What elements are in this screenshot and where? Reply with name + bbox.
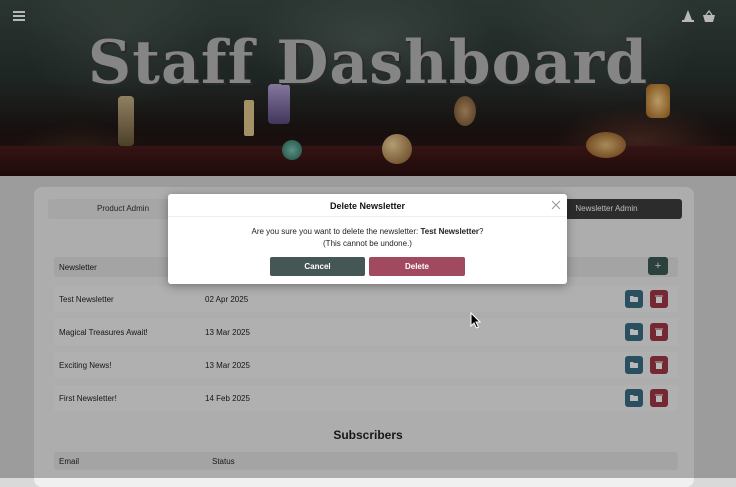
mouse-cursor-icon [470, 312, 481, 329]
dialog-note: (This cannot be undone.) [323, 239, 412, 248]
dialog-message-prefix: Are you sure you want to delete the news… [251, 227, 421, 236]
dialog-divider [168, 216, 567, 217]
close-icon[interactable] [551, 200, 561, 210]
dialog-title: Delete Newsletter [329, 201, 406, 211]
dialog-message-suffix: ? [479, 227, 484, 236]
confirm-delete-button[interactable]: Delete [369, 257, 465, 276]
cancel-button[interactable]: Cancel [270, 257, 365, 276]
delete-newsletter-dialog: Delete Newsletter Are you sure you want … [168, 194, 567, 284]
dialog-message: Are you sure you want to delete the news… [168, 226, 567, 250]
dialog-newsletter-name: Test Newsletter [420, 227, 480, 236]
